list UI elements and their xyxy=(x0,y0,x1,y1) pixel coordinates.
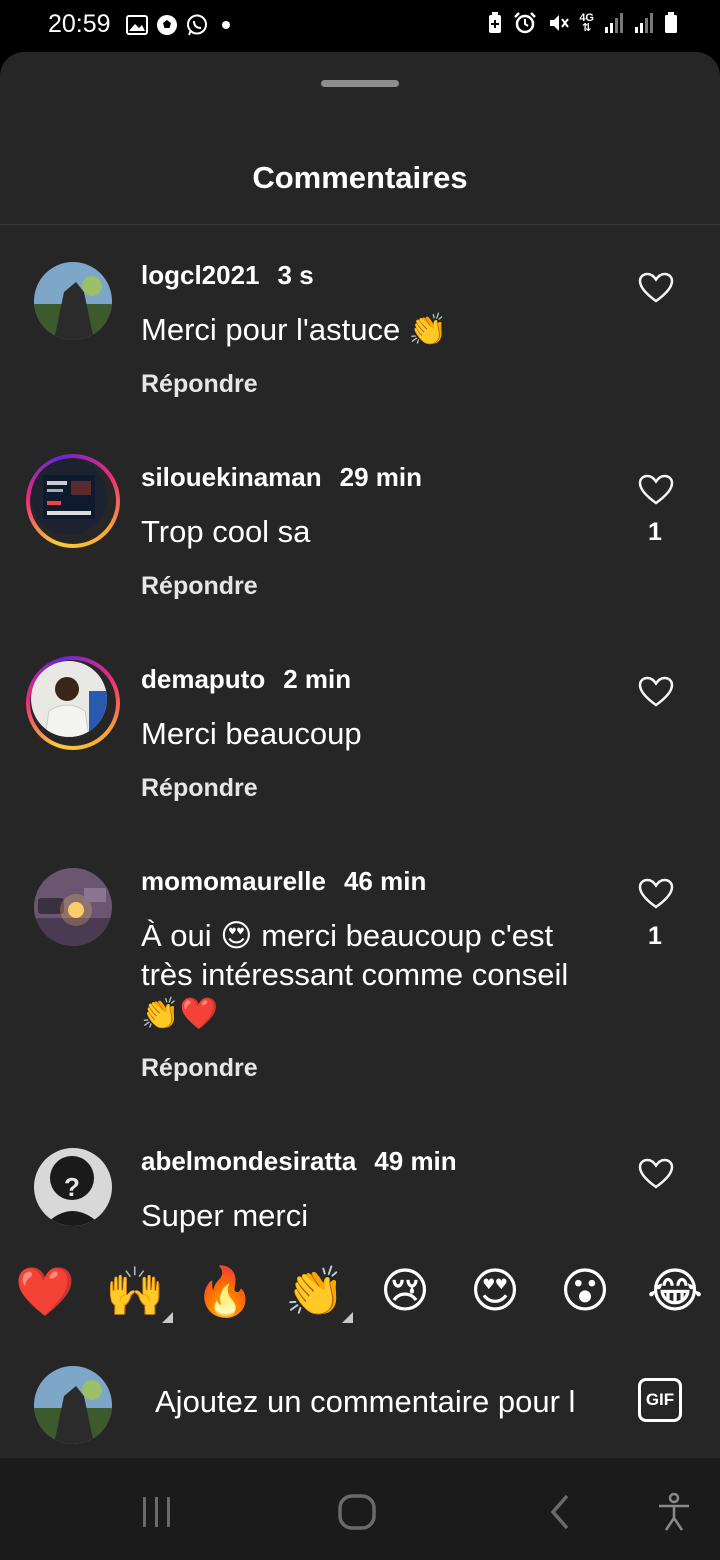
svg-text:?: ? xyxy=(64,1172,80,1202)
status-left-icons xyxy=(126,14,230,36)
battery-saver-icon xyxy=(489,12,502,33)
gallery-icon xyxy=(126,14,148,36)
heart-icon[interactable] xyxy=(638,474,674,506)
comment-meta: logcl2021 3 s xyxy=(141,260,314,291)
like-count: 1 xyxy=(648,922,662,950)
divider xyxy=(0,224,720,225)
emoji-crying[interactable]: 😢 xyxy=(374,1260,436,1322)
back-icon[interactable] xyxy=(530,1482,590,1542)
avatar[interactable] xyxy=(34,868,112,946)
4g-icon: 4G ⇅ xyxy=(579,12,594,34)
system-nav-bar xyxy=(0,1458,720,1560)
reply-button[interactable]: Répondre xyxy=(141,774,258,803)
emoji-heart-eyes[interactable]: 😍 xyxy=(464,1260,526,1322)
comment-meta: silouekinaman 29 min xyxy=(141,462,422,493)
comment-time: 3 s xyxy=(277,260,314,290)
comment-input[interactable]: Ajoutez un commentaire pour l xyxy=(155,1384,603,1420)
comment-time: 2 min xyxy=(283,664,352,694)
alarm-icon xyxy=(514,12,537,34)
accessibility-icon[interactable] xyxy=(644,1482,704,1542)
comment-time: 46 min xyxy=(343,866,427,896)
emoji-quick-bar: ❤️ 🙌 🔥 👏 😢 😍 😮 😂 xyxy=(0,1260,720,1334)
recent-apps-icon[interactable] xyxy=(127,1482,187,1542)
comment-meta: demaputo 2 min xyxy=(141,664,351,695)
heart-icon[interactable] xyxy=(638,272,674,304)
soccer-ball-icon xyxy=(156,14,178,36)
mute-icon xyxy=(550,15,570,31)
comment-meta: momomaurelle 46 min xyxy=(141,866,426,897)
emoji-clapping[interactable]: 👏 xyxy=(284,1260,346,1322)
skin-tone-indicator-icon xyxy=(162,1312,173,1323)
username[interactable]: logcl2021 xyxy=(141,260,260,290)
comments-sheet: Commentaires logcl2021 3 s Merci pour l'a… xyxy=(0,52,720,1458)
status-bar: 20:59 4G ⇅ xyxy=(0,0,720,52)
comment-time: 29 min xyxy=(339,462,422,492)
status-time: 20:59 xyxy=(48,10,111,38)
emoji-surprised[interactable]: 😮 xyxy=(554,1260,616,1322)
signal-icon xyxy=(635,13,653,33)
avatar[interactable]: ? xyxy=(34,1148,112,1226)
heart-icon[interactable] xyxy=(638,1158,674,1190)
notification-dot xyxy=(222,21,230,29)
signal-icon xyxy=(605,13,623,33)
comment-time: 49 min xyxy=(374,1146,457,1176)
emoji-raising-hands[interactable]: 🙌 xyxy=(104,1260,166,1322)
heart-icon[interactable] xyxy=(638,676,674,708)
username[interactable]: silouekinaman xyxy=(141,462,322,492)
drag-handle[interactable] xyxy=(321,80,399,87)
username[interactable]: abelmondesiratta xyxy=(141,1146,356,1176)
avatar xyxy=(34,1366,112,1444)
sheet-title: Commentaires xyxy=(252,160,468,195)
reply-button[interactable]: Répondre xyxy=(141,572,258,601)
emoji-laughing[interactable]: 😂 xyxy=(644,1260,706,1322)
comment-text: Merci pour l'astuce 👏 xyxy=(141,312,448,347)
emoji-fire[interactable]: 🔥 xyxy=(194,1260,256,1322)
whatsapp-icon xyxy=(186,14,208,36)
status-right-icons: 4G ⇅ xyxy=(487,12,678,34)
gif-button[interactable]: GIF xyxy=(638,1378,682,1422)
comment-meta: abelmondesiratta 49 min xyxy=(141,1146,457,1177)
like-count: 1 xyxy=(648,518,662,546)
reply-button[interactable]: Répondre xyxy=(141,370,258,399)
comment-text: Super merci xyxy=(141,1198,309,1233)
heart-icon[interactable] xyxy=(638,878,674,910)
comment-text: À oui 😍 merci beaucoup c'est très intére… xyxy=(141,918,569,1031)
battery-icon xyxy=(665,12,677,33)
username[interactable]: demaputo xyxy=(141,664,265,694)
comment-composer: Ajoutez un commentaire pour l GIF xyxy=(0,1350,720,1456)
reply-button[interactable]: Répondre xyxy=(141,1054,258,1083)
avatar[interactable] xyxy=(26,656,120,750)
comment-text: Merci beaucoup xyxy=(141,716,362,751)
avatar[interactable] xyxy=(34,262,112,340)
emoji-heart[interactable]: ❤️ xyxy=(14,1260,76,1322)
skin-tone-indicator-icon xyxy=(342,1312,353,1323)
home-icon[interactable] xyxy=(327,1482,387,1542)
comment-text: Trop cool sa xyxy=(141,514,311,549)
avatar[interactable] xyxy=(26,454,120,548)
username[interactable]: momomaurelle xyxy=(141,866,326,896)
